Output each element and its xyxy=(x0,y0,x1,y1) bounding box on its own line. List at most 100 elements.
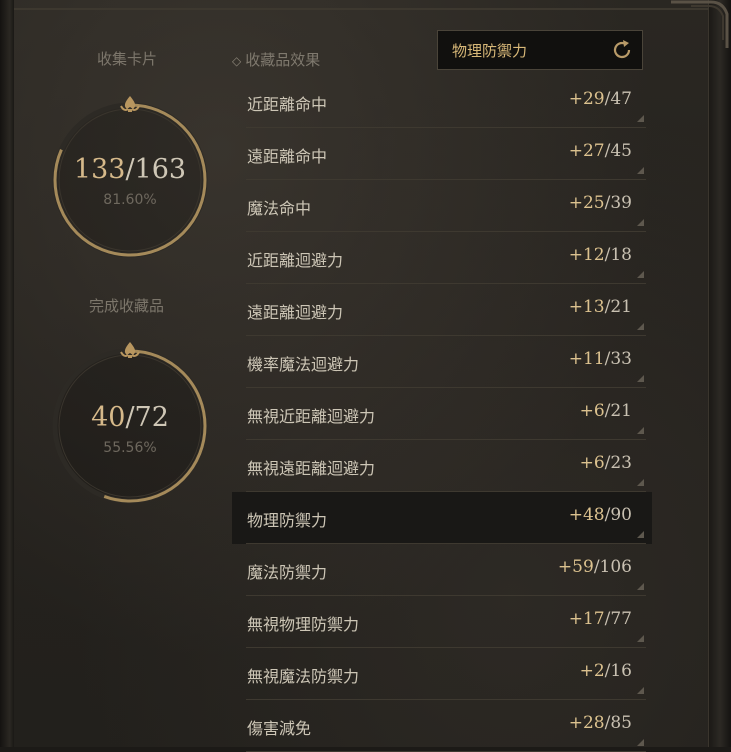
effect-value: +6/23 xyxy=(580,453,632,473)
effect-row[interactable]: 無視物理防禦力 +17/77 xyxy=(232,596,652,648)
effect-value: +28/85 xyxy=(569,713,632,733)
effect-row[interactable]: 遠距離命中 +27/45 xyxy=(232,128,652,180)
effect-gain: +28 xyxy=(568,713,605,733)
effect-name: 物理防禦力 xyxy=(247,511,328,530)
panel-scroll-edge[interactable] xyxy=(708,0,731,747)
effect-max: /23 xyxy=(604,453,632,473)
corner-triangle-icon xyxy=(637,739,644,746)
corner-triangle-icon xyxy=(637,479,644,486)
effect-row[interactable]: 近距離迴避力 +12/18 xyxy=(232,232,652,284)
effect-max: /16 xyxy=(604,661,632,681)
corner-triangle-icon xyxy=(637,687,644,694)
effect-row[interactable]: 物理防禦力 +48/90 xyxy=(232,492,652,544)
collection-cards-count: 133/163 xyxy=(51,154,209,185)
corner-triangle-icon xyxy=(637,531,644,538)
completed-collections-count: 40/72 xyxy=(51,402,209,433)
effect-name: 魔法命中 xyxy=(247,199,312,218)
effect-max: /21 xyxy=(604,297,632,317)
collection-cards-percent: 81.60% xyxy=(103,192,157,208)
effect-gain: +12 xyxy=(568,245,605,265)
effect-row[interactable]: 無視遠距離迴避力 +6/23 xyxy=(232,440,652,492)
panel-left-edge xyxy=(0,0,14,747)
effect-name: 傷害減免 xyxy=(247,719,312,738)
effect-gain: +2 xyxy=(579,661,605,681)
effect-gain: +25 xyxy=(568,193,605,213)
effect-value: +2/16 xyxy=(580,661,632,681)
effect-gain: +17 xyxy=(568,609,605,629)
effect-value: +29/47 xyxy=(569,89,632,109)
effect-max: /90 xyxy=(604,505,632,525)
effect-max: /33 xyxy=(604,349,632,369)
completed-collections-percent: 55.56% xyxy=(103,440,157,456)
effect-value: +11/33 xyxy=(569,349,632,369)
effect-max: /21 xyxy=(604,401,632,421)
effect-row[interactable]: 魔法防禦力 +59/106 xyxy=(232,544,652,596)
effect-gain: +59 xyxy=(557,557,594,577)
effect-row[interactable]: 無視近距離迴避力 +6/21 xyxy=(232,388,652,440)
corner-triangle-icon xyxy=(637,115,644,122)
collection-cards-ring: 133/163 81.60% xyxy=(51,94,209,264)
effect-name: 無視遠距離迴避力 xyxy=(247,459,376,478)
effect-gain: +6 xyxy=(579,401,605,421)
corner-triangle-icon xyxy=(637,219,644,226)
effect-row[interactable]: 魔法命中 +25/39 xyxy=(232,180,652,232)
effect-value: +13/21 xyxy=(569,297,632,317)
effect-max: /47 xyxy=(604,89,632,109)
effect-value: +12/18 xyxy=(569,245,632,265)
effects-list: 近距離命中 +29/47 遠距離命中 +27/45 魔法命中 +25/39 近距離迴避力 +1… xyxy=(232,76,652,752)
effect-gain: +48 xyxy=(568,505,605,525)
effect-value: +17/77 xyxy=(569,609,632,629)
effect-name: 遠距離迴避力 xyxy=(247,303,344,322)
effect-row[interactable]: 機率魔法迴避力 +11/33 xyxy=(232,336,652,388)
filter-selected-label: 物理防禦力 xyxy=(452,42,528,60)
effect-max: /106 xyxy=(593,557,632,577)
effect-row[interactable]: 傷害減免 +28/85 xyxy=(232,700,652,752)
effect-name: 無視魔法防禦力 xyxy=(247,667,360,686)
effect-name: 魔法防禦力 xyxy=(247,563,328,582)
completed-count: 40 xyxy=(91,402,126,433)
effect-value: +48/90 xyxy=(569,505,632,525)
corner-triangle-icon xyxy=(637,323,644,330)
collection-cards-title: 收集卡片 xyxy=(97,50,158,68)
panel-top-rule xyxy=(14,8,709,10)
effect-gain: +13 xyxy=(568,297,605,317)
effect-value: +25/39 xyxy=(569,193,632,213)
corner-triangle-icon xyxy=(637,167,644,174)
effect-name: 無視物理防禦力 xyxy=(247,615,360,634)
corner-triangle-icon xyxy=(637,271,644,278)
effect-gain: +11 xyxy=(568,349,605,369)
effect-max: /77 xyxy=(604,609,632,629)
collected-count: 133 xyxy=(73,154,126,185)
corner-ornament-icon xyxy=(671,0,729,48)
effect-row[interactable]: 遠距離迴避力 +13/21 xyxy=(232,284,652,336)
effect-row[interactable]: 近距離命中 +29/47 xyxy=(232,76,652,128)
effect-name: 機率魔法迴避力 xyxy=(247,355,360,374)
completed-collections-ring: 40/72 55.56% xyxy=(51,340,209,510)
effect-value: +59/106 xyxy=(558,557,632,577)
effect-name: 近距離迴避力 xyxy=(247,251,344,270)
effect-gain: +27 xyxy=(568,141,605,161)
total-count: /163 xyxy=(125,154,187,185)
diamond-bullet-icon: ◇ xyxy=(232,54,242,68)
effect-filter-dropdown[interactable]: 物理防禦力 xyxy=(437,30,643,70)
refresh-icon[interactable] xyxy=(610,38,634,62)
effect-name: 遠距離命中 xyxy=(247,147,328,166)
effect-max: /39 xyxy=(604,193,632,213)
effect-max: /45 xyxy=(604,141,632,161)
effect-row[interactable]: 無視魔法防禦力 +2/16 xyxy=(232,648,652,700)
corner-triangle-icon xyxy=(637,427,644,434)
effect-name: 無視近距離迴避力 xyxy=(247,407,376,426)
corner-triangle-icon xyxy=(637,583,644,590)
effects-header: ◇ 收藏品效果 xyxy=(232,49,320,70)
corner-triangle-icon xyxy=(637,375,644,382)
effect-gain: +6 xyxy=(579,453,605,473)
effect-name: 近距離命中 xyxy=(247,95,328,114)
effects-header-label: 收藏品效果 xyxy=(245,51,321,69)
effect-value: +6/21 xyxy=(580,401,632,421)
total-count: /72 xyxy=(125,402,169,433)
corner-triangle-icon xyxy=(637,635,644,642)
effect-value: +27/45 xyxy=(569,141,632,161)
effect-max: /18 xyxy=(604,245,632,265)
effect-max: /85 xyxy=(604,713,632,733)
completed-collections-title: 完成收藏品 xyxy=(89,297,165,315)
